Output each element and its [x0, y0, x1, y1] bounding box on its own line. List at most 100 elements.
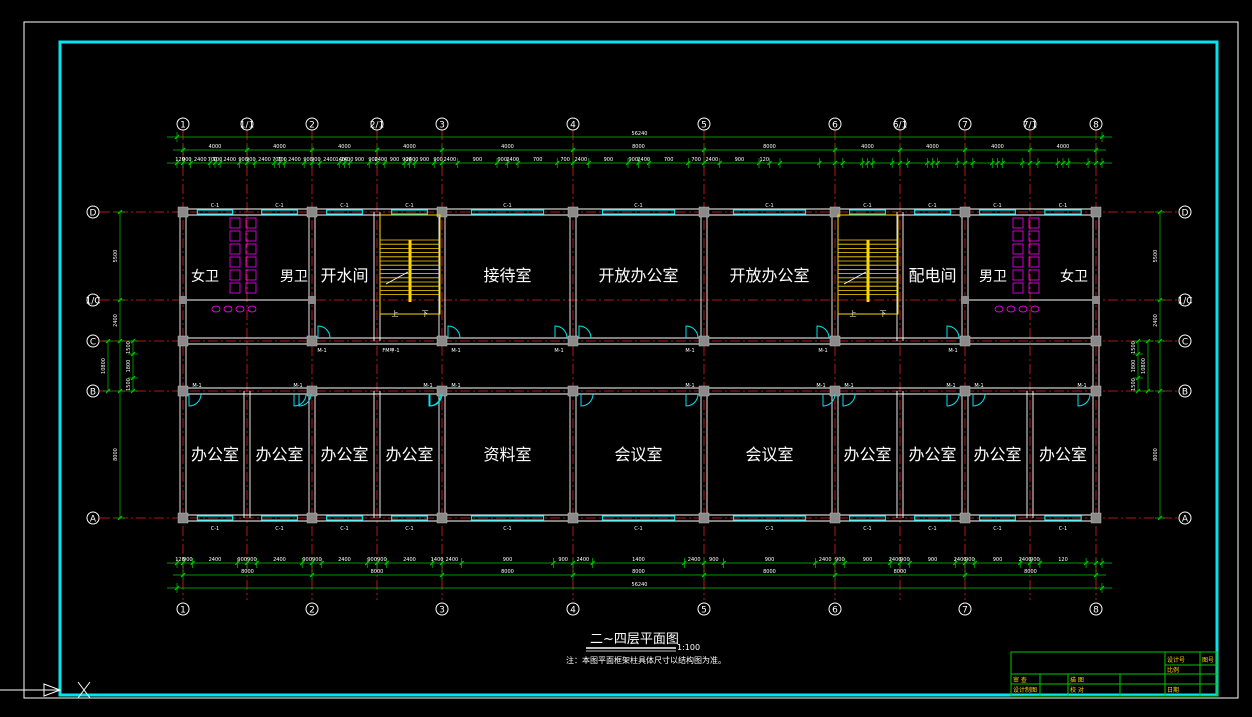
- room-label-top: 女卫: [1060, 268, 1088, 285]
- window-code-bottom: C-1: [503, 526, 511, 532]
- cad-drawing-canvas: 上 下 上 下 C-1 C-1 C-1 C-1 C-1 C-1 C-1 C-1 C-1 C-1 C-1 C-…: [0, 0, 1252, 717]
- dim-detail-top-text: 2400: [258, 157, 271, 163]
- stair-down-label: 下: [422, 310, 429, 318]
- dim-detail-top-text: 2400: [341, 157, 354, 163]
- dim-detail-bottom-text: 900: [965, 557, 975, 563]
- room-label-bottom: 会议室: [614, 445, 662, 464]
- door-code: M-1: [423, 383, 432, 389]
- dim-overall-top-text: 56240: [632, 131, 648, 137]
- dim-detail-top-text: 2400: [443, 157, 456, 163]
- window-code-bottom: C-1: [405, 526, 413, 532]
- column: [306, 385, 318, 397]
- axis-bubble-left-label: A: [90, 515, 97, 525]
- axis-bubble-bottom-label: 4: [570, 606, 576, 616]
- dim-detail-bottom-text: 900: [709, 557, 719, 563]
- column: [177, 335, 189, 347]
- column: [177, 206, 189, 218]
- dim-detail-top-text: 900: [311, 157, 321, 163]
- dim-axis-bottom-text: 8000: [371, 569, 384, 575]
- window-code-top: C-1: [503, 203, 511, 209]
- window-code-top: C-1: [634, 203, 642, 209]
- column: [306, 206, 318, 218]
- column: [698, 206, 710, 218]
- door-code: M-1: [293, 383, 302, 389]
- dim-detail-bottom-text: 900: [900, 557, 910, 563]
- window-code-bottom: C-1: [275, 526, 283, 532]
- dim-detail-bottom-text: 900: [993, 557, 1003, 563]
- room-label-top: 接待室: [483, 266, 531, 285]
- dim-right-axis-text: 8000: [1153, 448, 1159, 461]
- dim-left-axis-text: 2400: [113, 314, 119, 327]
- door-code: M-1: [946, 383, 955, 389]
- window-code-top: C-1: [275, 203, 283, 209]
- column: [179, 296, 187, 304]
- door-code: M-1: [948, 348, 957, 354]
- column: [306, 512, 318, 524]
- column: [829, 335, 841, 347]
- dim-axis-bottom-text: 8000: [632, 569, 645, 575]
- dim-axis-bottom-text: 8000: [894, 569, 907, 575]
- dim-axis-top-text: 8000: [632, 144, 645, 150]
- dim-detail-top-text: 2400: [288, 157, 301, 163]
- door-code: M-1: [192, 383, 201, 389]
- dim-detail-top-text: 700: [213, 157, 223, 163]
- column: [959, 512, 971, 524]
- column: [959, 335, 971, 347]
- dim-right-axis-text: 5500: [1153, 250, 1159, 263]
- axis-bubble-right-label: B: [1182, 388, 1188, 398]
- door-code: M-1: [816, 383, 825, 389]
- axis-bubble-bottom-label: 5: [701, 606, 707, 616]
- dim-detail-bottom-text: 900: [1030, 557, 1040, 563]
- dim-axis-bottom-text: 8000: [763, 569, 776, 575]
- column: [829, 512, 841, 524]
- window-code-bottom: C-1: [863, 526, 871, 532]
- dim-detail-top-text: 2400: [637, 157, 650, 163]
- column: [436, 512, 448, 524]
- room-label-top: 开放办公室: [598, 266, 678, 285]
- window-code-bottom: C-1: [340, 526, 348, 532]
- dim-overall-bottom-text: 56240: [632, 582, 648, 588]
- dim-detail-top-text: 700: [664, 157, 674, 163]
- axis-bubble-left-label: B: [90, 388, 96, 398]
- column: [1090, 385, 1102, 397]
- column: [308, 296, 316, 304]
- dim-right-corridor-text: 1500: [1131, 341, 1137, 354]
- room-label-top: 男卫: [979, 269, 1007, 285]
- dim-axis-top-text: 4000: [926, 144, 939, 150]
- axis-bubble-top-label: 6/1: [893, 121, 907, 131]
- room-label-bottom: 办公室: [385, 445, 433, 464]
- window-code-top: C-1: [1059, 203, 1067, 209]
- dim-detail-top-text: 700: [691, 157, 701, 163]
- dim-detail-bottom-text: 900: [247, 557, 257, 563]
- dim-detail-top-text: 900: [420, 157, 430, 163]
- axis-bubble-left-label: D: [90, 209, 97, 219]
- dim-detail-top-text: 2400: [194, 157, 207, 163]
- dim-detail-bottom-text: 2400: [688, 557, 701, 563]
- axis-bubble-top-label: 1/1: [240, 121, 254, 131]
- axis-bubble-bottom-label: 6: [832, 606, 838, 616]
- window-code-top: C-1: [405, 203, 413, 209]
- dim-right-corridor-text: 1800: [1131, 360, 1137, 373]
- dim-left-corridor-text: 1500: [126, 378, 132, 391]
- dim-detail-top-text: 120: [759, 157, 769, 163]
- dim-detail-bottom-text: 2400: [403, 557, 416, 563]
- dim-axis-top-text: 4000: [861, 144, 874, 150]
- room-label-bottom: 办公室: [843, 445, 891, 464]
- dim-detail-bottom-text: 900: [237, 557, 247, 563]
- drawing-title: 二~四层平面图: [590, 632, 679, 647]
- column: [567, 206, 579, 218]
- dim-detail-bottom-text: 2400: [445, 557, 458, 563]
- tb-trace: 描 图: [1070, 676, 1084, 684]
- axis-bubble-top-label: 7: [962, 121, 968, 131]
- room-label-bottom: 资料室: [483, 445, 531, 464]
- dim-detail-bottom-text: 900: [863, 557, 873, 563]
- axis-bubble-bottom-label: 7: [962, 606, 968, 616]
- dim-detail-top-text: 900: [390, 157, 400, 163]
- axis-bubble-top-label: 1: [180, 121, 186, 131]
- dim-detail-bottom-text: 900: [558, 557, 568, 563]
- dim-detail-top-text: 900: [604, 157, 614, 163]
- column: [698, 335, 710, 347]
- stair-up-label: 上: [392, 309, 399, 318]
- dim-detail-bottom-text: 2400: [273, 557, 286, 563]
- dim-right-corridor-text: 1500: [1131, 378, 1137, 391]
